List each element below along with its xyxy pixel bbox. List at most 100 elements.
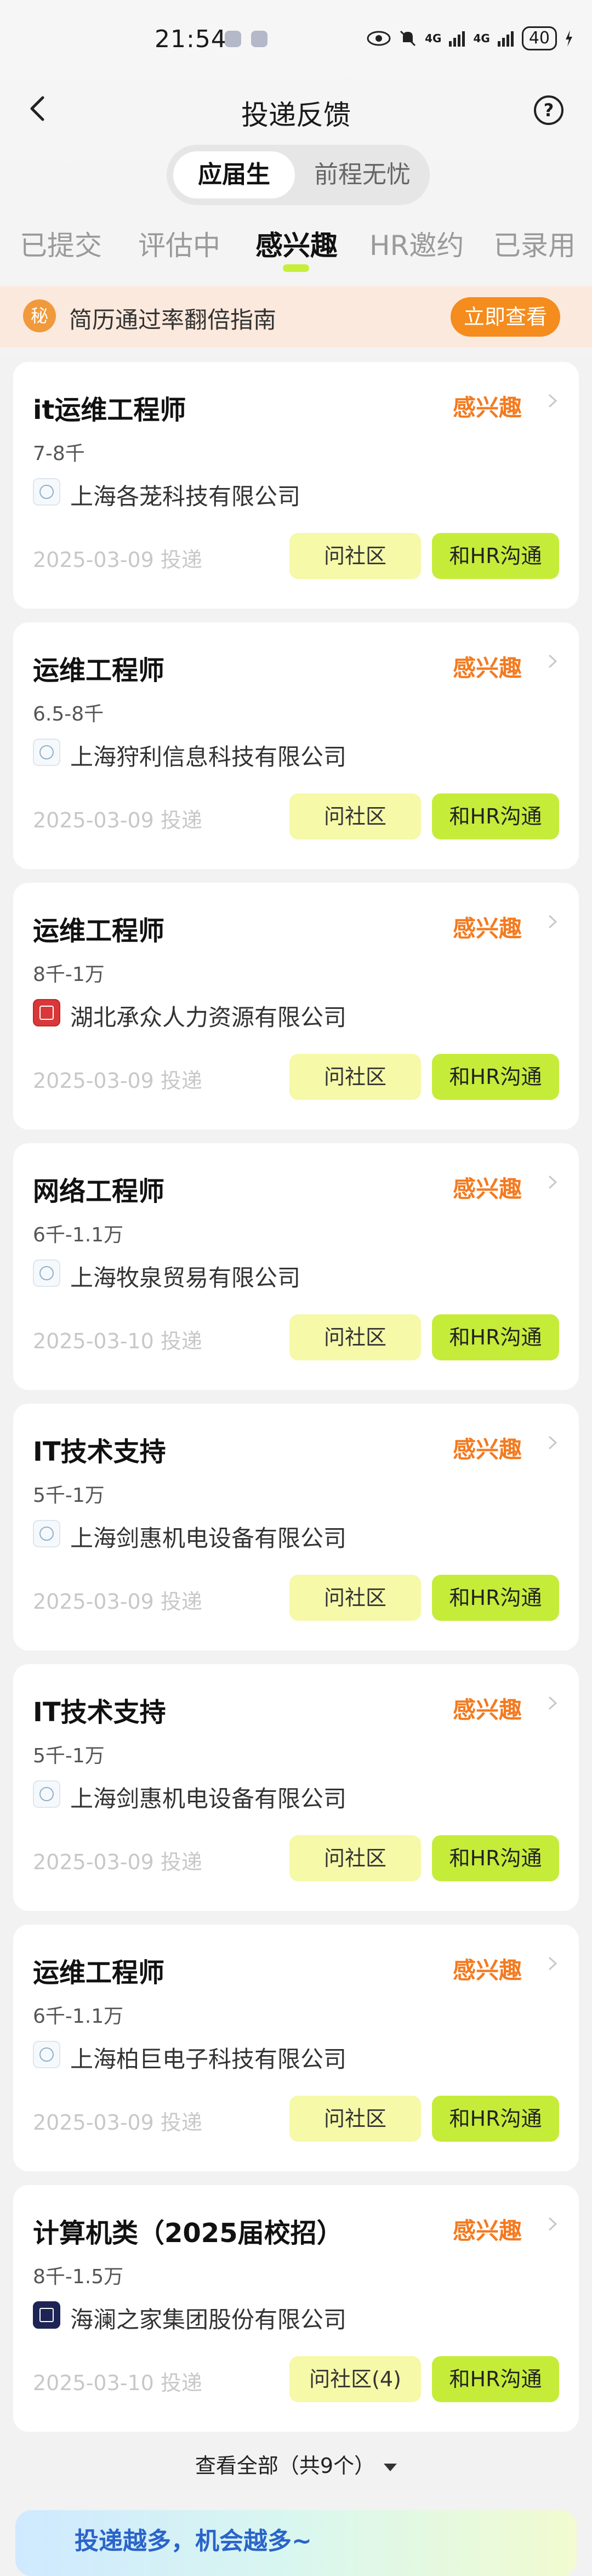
tab-hr-invite[interactable]: HR邀约 (369, 224, 464, 263)
salary: 5千-1万 (33, 1484, 105, 1507)
company-name: 上海剑惠机电设备有限公司 (70, 1525, 347, 1552)
page-title: 投递反馈 (241, 99, 351, 131)
company-logo-icon (33, 1520, 60, 1547)
chevron-right-icon (548, 1956, 557, 1971)
chevron-right-icon (548, 1435, 557, 1450)
chat-hr-button[interactable]: 和HR沟通 (432, 1054, 559, 1100)
application-card[interactable]: 计算机类（2025届校招） 感兴趣 8千-1.5万 海澜之家集团股份有限公司 2… (13, 2185, 579, 2432)
salary: 6千-1.1万 (33, 1224, 124, 1246)
clock: 21:54 (155, 25, 227, 53)
caret-down-icon (384, 2463, 397, 2471)
application-card[interactable]: 网络工程师 感兴趣 6千-1.1万 上海牧泉贸易有限公司 2025-03-10 … (13, 1143, 579, 1390)
company-name: 上海狩利信息科技有限公司 (70, 744, 347, 770)
application-list: it运维工程师 感兴趣 7-8千 上海各茏科技有限公司 2025-03-09 投… (13, 362, 579, 2446)
ask-community-button[interactable]: 问社区(4) (289, 2356, 421, 2402)
active-tab-indicator (283, 264, 309, 272)
status-label: 感兴趣 (452, 1957, 522, 1984)
segment-option-51job[interactable]: 前程无忧 (301, 151, 423, 198)
job-title: 运维工程师 (33, 1957, 165, 1988)
help-icon[interactable]: ? (534, 95, 563, 125)
eye-icon (367, 31, 391, 46)
tab-interested[interactable]: 感兴趣 (255, 224, 338, 263)
company-logo-icon (33, 1780, 60, 1808)
banner-text: 简历通过率翻倍指南 (69, 307, 277, 333)
chat-hr-button[interactable]: 和HR沟通 (432, 2096, 559, 2142)
source-segment-control: 应届生 前程无忧 (167, 145, 430, 205)
company-name: 海澜之家集团股份有限公司 (70, 2306, 347, 2333)
chevron-right-icon (548, 2217, 557, 2231)
charging-icon (566, 30, 572, 47)
apply-date: 2025-03-10 投递 (33, 2371, 202, 2395)
tab-submitted[interactable]: 已提交 (20, 224, 102, 263)
see-all-label: 查看全部（共9个） (195, 2454, 375, 2478)
promo-banner[interactable]: 投递越多，机会越多~ (15, 2510, 577, 2576)
ask-community-button[interactable]: 问社区 (289, 1054, 421, 1100)
company-name: 上海各茏科技有限公司 (70, 483, 301, 510)
company-logo-icon (33, 478, 60, 506)
status-label: 感兴趣 (452, 2217, 522, 2244)
view-now-button[interactable]: 立即查看 (451, 297, 560, 337)
mute-bell-icon (400, 30, 416, 47)
chat-hr-button[interactable]: 和HR沟通 (432, 793, 559, 839)
application-card[interactable]: it运维工程师 感兴趣 7-8千 上海各茏科技有限公司 2025-03-09 投… (13, 362, 579, 609)
signal-bars-icon (449, 31, 465, 47)
job-title: it运维工程师 (33, 395, 186, 425)
chevron-right-icon (548, 654, 557, 668)
see-all-link[interactable]: 查看全部（共9个） (0, 2449, 592, 2479)
job-title: 运维工程师 (33, 655, 165, 686)
ask-community-button[interactable]: 问社区 (289, 1575, 421, 1621)
signal-bars-icon (497, 31, 514, 47)
application-card[interactable]: IT技术支持 感兴趣 5千-1万 上海剑惠机电设备有限公司 2025-03-09… (13, 1404, 579, 1650)
company-name: 湖北承众人力资源有限公司 (70, 1004, 347, 1031)
job-title: 计算机类（2025届校招） (33, 2218, 343, 2249)
apply-date: 2025-03-10 投递 (33, 1329, 202, 1353)
ask-community-button[interactable]: 问社区 (289, 1835, 421, 1881)
chat-hr-button[interactable]: 和HR沟通 (432, 1314, 559, 1360)
application-card[interactable]: 运维工程师 感兴趣 6.5-8千 上海狩利信息科技有限公司 2025-03-09… (13, 622, 579, 869)
status-tabs: 已提交 评估中 感兴趣 HR邀约 已录用 (0, 224, 592, 284)
salary: 8千-1.5万 (33, 2266, 124, 2288)
chat-hr-button[interactable]: 和HR沟通 (432, 1575, 559, 1621)
segment-option-graduate[interactable]: 应届生 (173, 151, 295, 198)
status-label: 感兴趣 (452, 1176, 522, 1202)
apply-date: 2025-03-09 投递 (33, 548, 202, 572)
chevron-right-icon (548, 915, 557, 929)
tab-hired[interactable]: 已录用 (493, 224, 576, 263)
job-title: 网络工程师 (33, 1176, 165, 1207)
salary: 6千-1.1万 (33, 2005, 124, 2028)
tips-banner[interactable]: 秘 简历通过率翻倍指南 立即查看 (0, 286, 592, 348)
notification-app-icon (225, 31, 241, 47)
company-name: 上海剑惠机电设备有限公司 (70, 1785, 347, 1812)
apply-date: 2025-03-09 投递 (33, 808, 202, 832)
ask-community-button[interactable]: 问社区 (289, 793, 421, 839)
chevron-right-icon (548, 394, 557, 408)
company-name: 上海牧泉贸易有限公司 (70, 1264, 301, 1291)
status-label: 感兴趣 (452, 1436, 522, 1463)
salary: 7-8千 (33, 442, 85, 465)
signal-4g-icon: 4G (473, 32, 490, 45)
application-card[interactable]: 运维工程师 感兴趣 8千-1万 湖北承众人力资源有限公司 2025-03-09 … (13, 883, 579, 1130)
chat-hr-button[interactable]: 和HR沟通 (432, 2356, 559, 2402)
ask-community-button[interactable]: 问社区 (289, 533, 421, 579)
ask-community-button[interactable]: 问社区 (289, 1314, 421, 1360)
company-name: 上海柏巨电子科技有限公司 (70, 2046, 347, 2073)
status-label: 感兴趣 (452, 1696, 522, 1723)
chat-hr-button[interactable]: 和HR沟通 (432, 1835, 559, 1881)
application-card[interactable]: 运维工程师 感兴趣 6千-1.1万 上海柏巨电子科技有限公司 2025-03-0… (13, 1925, 579, 2171)
apply-date: 2025-03-09 投递 (33, 1590, 202, 1614)
tab-evaluating[interactable]: 评估中 (138, 224, 220, 263)
ask-community-button[interactable]: 问社区 (289, 2096, 421, 2142)
battery-indicator: 40 (521, 26, 557, 50)
navigation-bar: 投递反馈 ? (0, 82, 592, 137)
secret-badge-icon: 秘 (23, 299, 56, 332)
company-logo-icon (33, 739, 60, 766)
apply-date: 2025-03-09 投递 (33, 1850, 202, 1874)
apply-date: 2025-03-09 投递 (33, 2110, 202, 2135)
status-label: 感兴趣 (452, 394, 522, 421)
company-logo-icon (33, 1259, 60, 1287)
chat-hr-button[interactable]: 和HR沟通 (432, 533, 559, 579)
company-logo-icon (33, 999, 60, 1026)
chevron-right-icon (548, 1175, 557, 1189)
signal-4g-icon: 4G (425, 32, 442, 45)
application-card[interactable]: IT技术支持 感兴趣 5千-1万 上海剑惠机电设备有限公司 2025-03-09… (13, 1664, 579, 1911)
